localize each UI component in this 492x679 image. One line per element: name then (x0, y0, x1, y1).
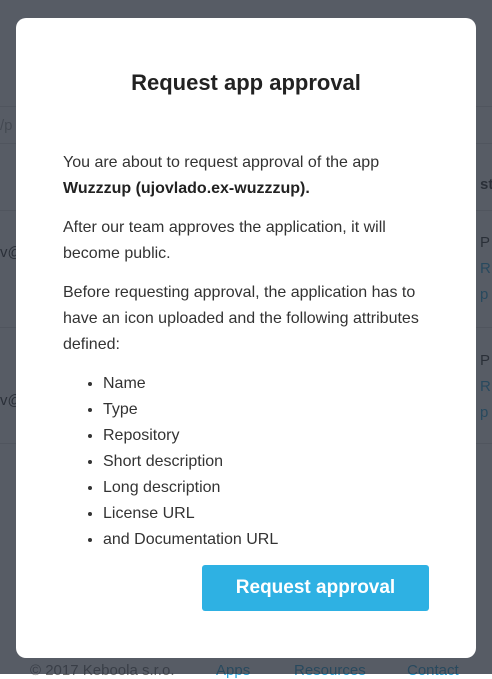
intro-paragraph: You are about to request approval of the… (63, 150, 443, 202)
list-item: Long description (103, 475, 443, 501)
request-approval-modal: Request app approval You are about to re… (16, 18, 476, 658)
list-item: and Documentation URL (103, 527, 443, 553)
modal-body: You are about to request approval of the… (63, 150, 443, 553)
attributes-list: Name Type Repository Short description L… (63, 371, 443, 553)
after-paragraph: After our team approves the application,… (63, 219, 386, 262)
list-item: License URL (103, 501, 443, 527)
app-name: Wuzzzup (ujovlado.ex-wuzzzup). (63, 180, 310, 197)
list-item: Repository (103, 423, 443, 449)
list-item: Short description (103, 449, 443, 475)
list-item: Type (103, 397, 443, 423)
list-item: Name (103, 371, 443, 397)
intro-text: You are about to request approval of the… (63, 154, 380, 171)
modal-title: Request app approval (131, 70, 361, 95)
before-paragraph: Before requesting approval, the applicat… (63, 284, 419, 353)
request-approval-button[interactable]: Request approval (202, 565, 429, 611)
